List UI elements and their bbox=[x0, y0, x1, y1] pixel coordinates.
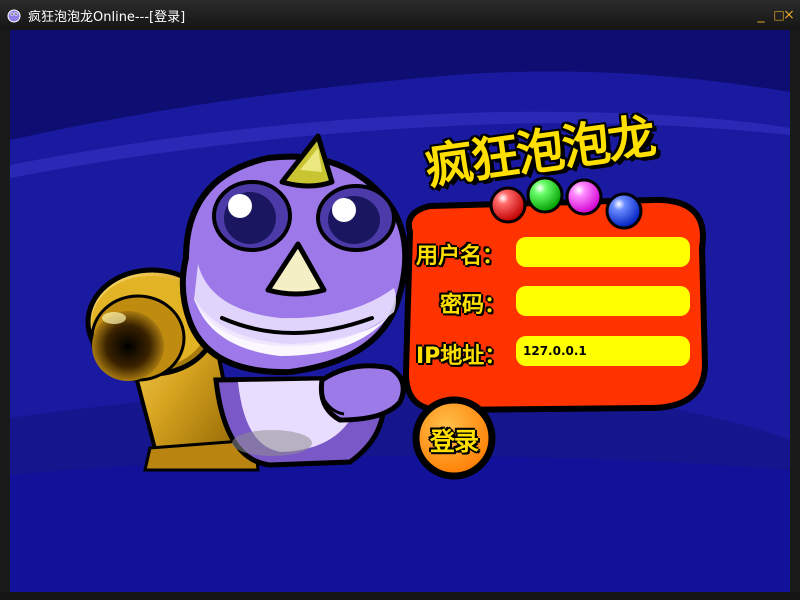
game-window: 疯狂泡泡龙Online---[登录] _ □ × 疯狂泡泡龙 用户名： 密码： … bbox=[0, 0, 800, 600]
password-input[interactable] bbox=[516, 286, 690, 316]
game-canvas: 疯狂泡泡龙 用户名： 密码： IP地址： 登录 bbox=[10, 30, 790, 592]
minimize-button[interactable]: _ bbox=[752, 6, 770, 24]
username-input[interactable] bbox=[516, 237, 690, 267]
dragon-app-icon bbox=[7, 9, 21, 23]
close-button[interactable]: × bbox=[780, 6, 798, 24]
login-button[interactable]: 登录 bbox=[414, 398, 494, 478]
title-bar[interactable]: 疯狂泡泡龙Online---[登录] _ □ × bbox=[0, 0, 800, 30]
window-bottom-frame bbox=[0, 592, 800, 600]
username-label: 用户名： bbox=[416, 244, 505, 269]
ip-label: IP地址： bbox=[416, 344, 507, 369]
login-button-label: 登录 bbox=[429, 427, 479, 456]
ip-address-input[interactable] bbox=[516, 336, 690, 366]
password-label: 密码： bbox=[440, 293, 507, 318]
window-title: 疯狂泡泡龙Online---[登录] bbox=[28, 10, 186, 25]
